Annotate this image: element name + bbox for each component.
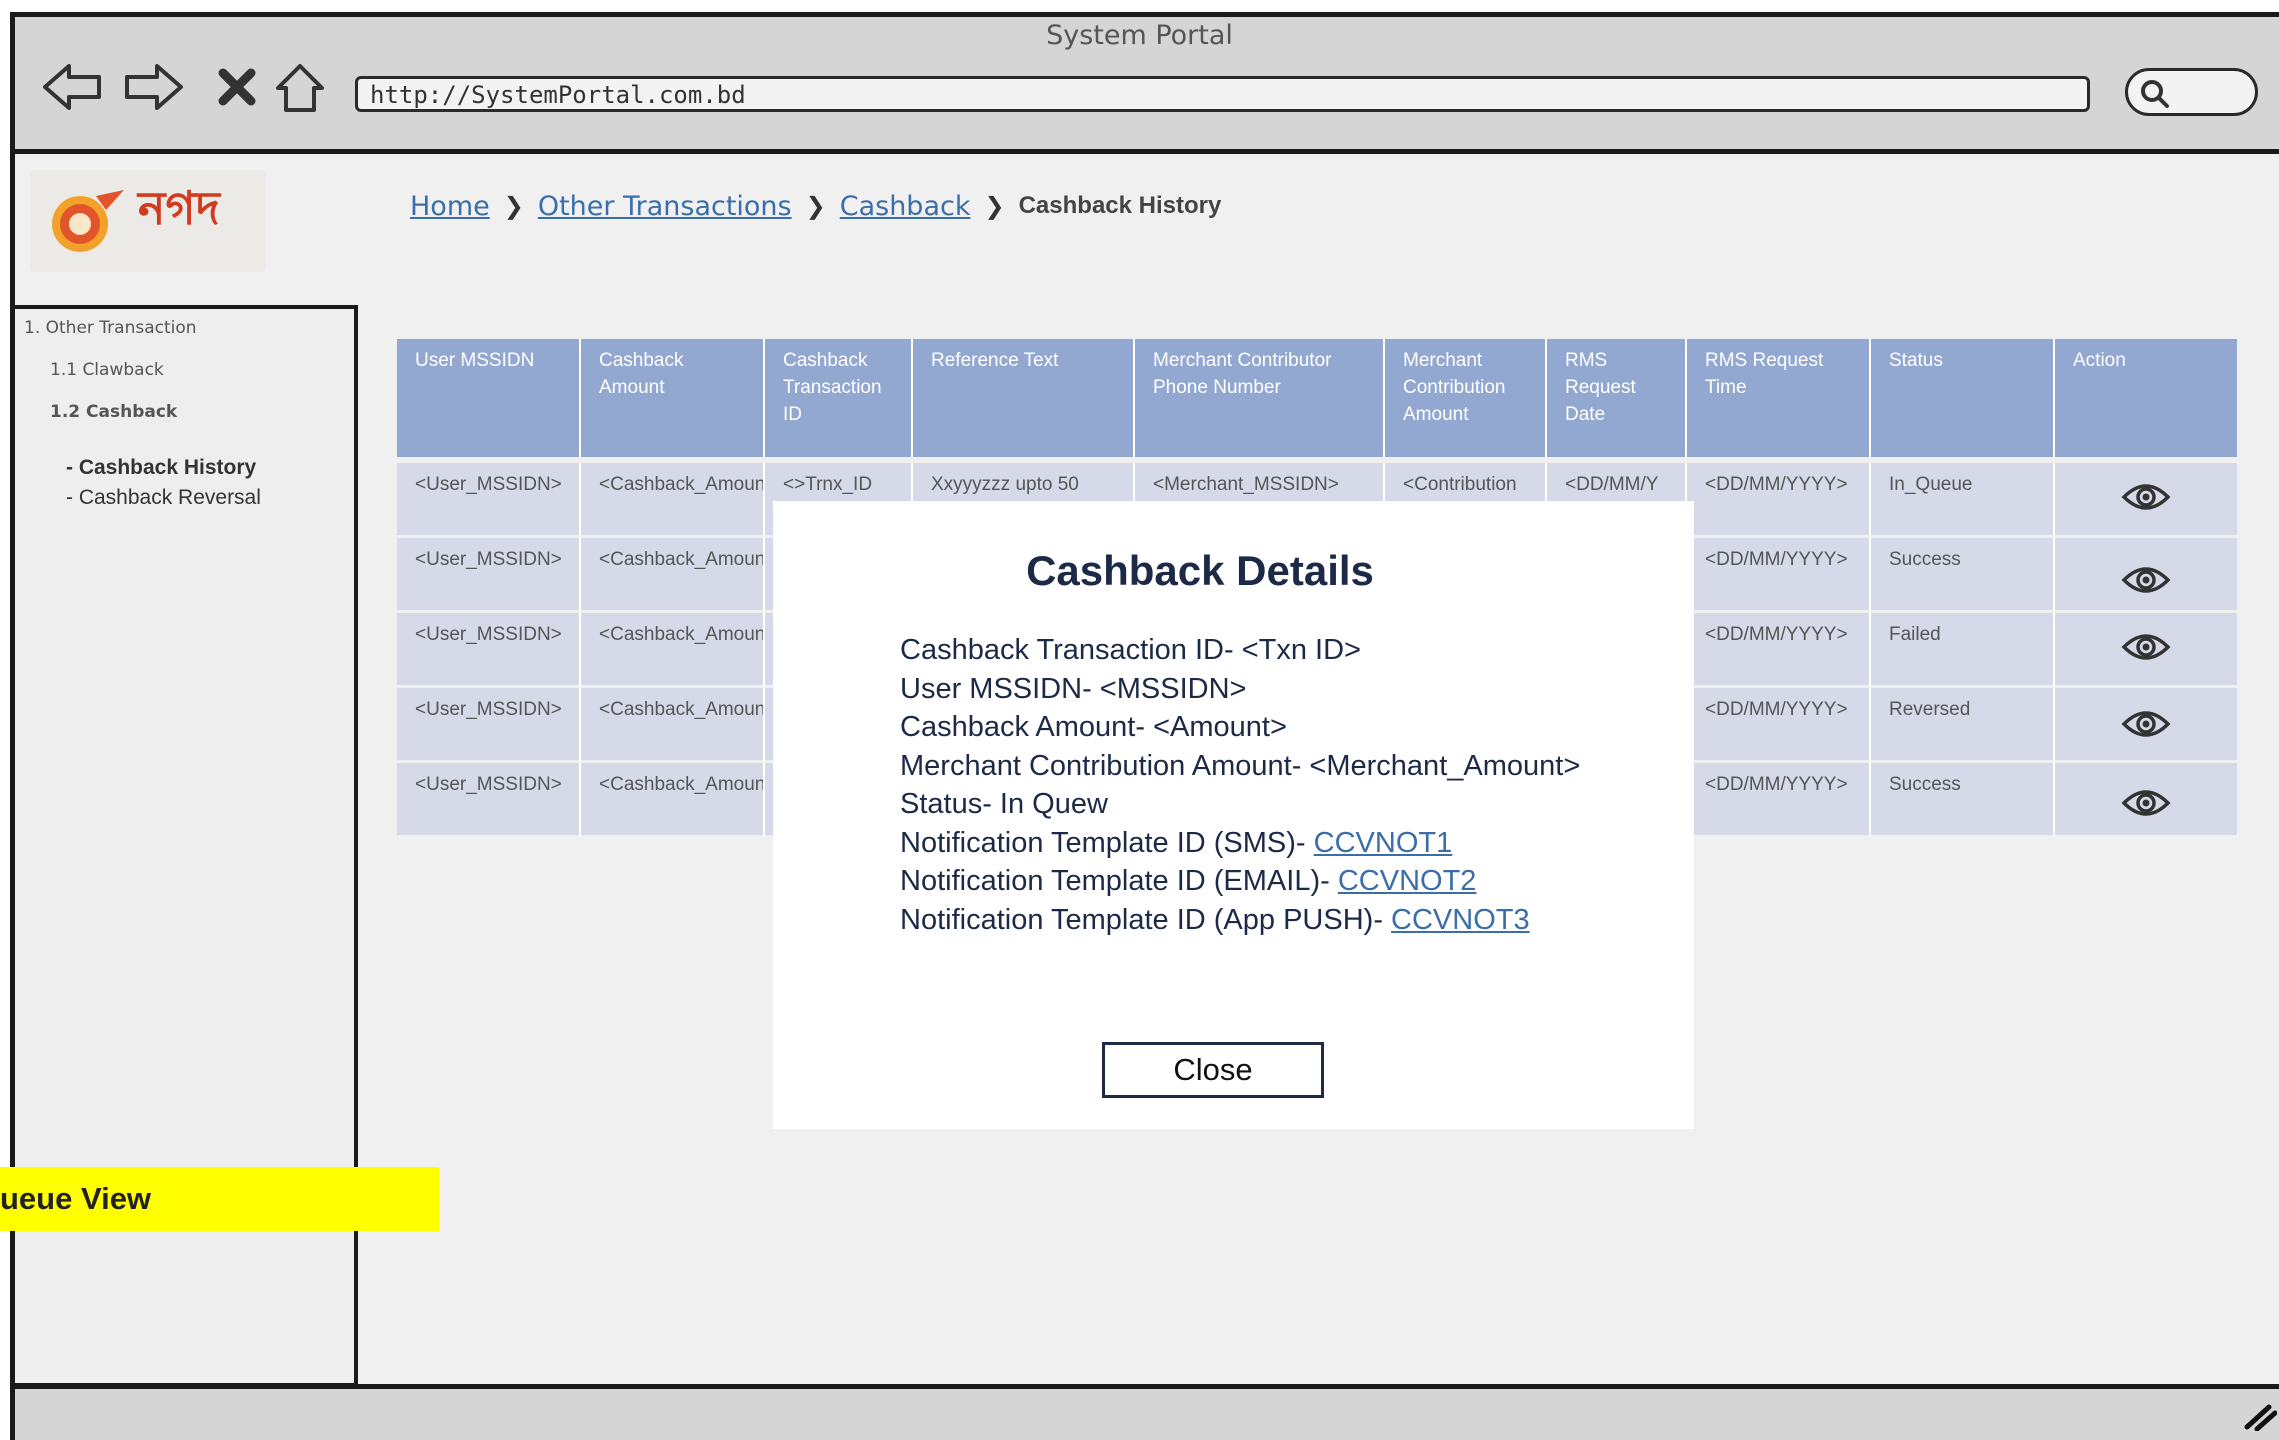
detail-push-template: Notification Template ID (App PUSH)- CCV… <box>900 901 1580 940</box>
email-template-link[interactable]: CCVNOT2 <box>1338 865 1477 897</box>
detail-sms-template: Notification Template ID (SMS)- CCVNOT1 <box>900 824 1580 863</box>
stop-icon[interactable] <box>205 55 269 119</box>
status-cell: Reversed <box>1871 688 2055 763</box>
detail-status: Status- In Quew <box>900 788 1108 820</box>
action-cell <box>2055 538 2237 613</box>
column-header: Cashback Transaction ID <box>765 339 913 457</box>
column-header: RMS Request Date <box>1547 339 1687 457</box>
browser-search-field[interactable] <box>2125 68 2258 116</box>
cashback-details-modal: Cashback Details Cashback Transaction ID… <box>773 501 1694 1129</box>
status-cell: Success <box>1871 763 2055 838</box>
url-input[interactable]: http://SystemPortal.com.bd <box>355 76 2090 112</box>
cashback-amount-cell: <Cashback_Amount> <box>581 613 765 688</box>
detail-email-label: Notification Template ID (EMAIL)- <box>900 865 1338 897</box>
window-title: System Portal <box>1046 20 1233 51</box>
column-header: Cashback Amount <box>581 339 765 457</box>
detail-user-mssidn: User MSSIDN- <MSSIDN> <box>900 672 1247 705</box>
rms-time-cell: <DD/MM/YYYY> <box>1687 763 1871 838</box>
detail-sms-label: Notification Template ID (SMS)- <box>900 826 1314 859</box>
detail-push-label: Notification Template ID (App PUSH)- <box>900 903 1392 936</box>
cashback-amount-cell: <Cashback_Amount> <box>581 463 765 538</box>
column-header: RMS Request Time <box>1687 339 1871 457</box>
breadcrumb-other-transactions[interactable]: Other Transactions <box>538 191 792 222</box>
sms-template-link[interactable]: CCVNOT1 <box>1314 827 1453 859</box>
breadcrumb-cashback[interactable]: Cashback <box>840 191 971 222</box>
detail-merchant-amount: Merchant Contribution Amount- <Merchant_… <box>900 749 1581 782</box>
annotation-text: ueue View <box>0 1181 152 1216</box>
action-cell <box>2055 463 2237 538</box>
modal-title: Cashback Details <box>1026 547 1374 594</box>
status-cell: Success <box>1871 538 2055 613</box>
column-header: Reference Text <box>913 339 1135 457</box>
eye-icon[interactable] <box>2121 564 2171 596</box>
status-cell: In_Queue <box>1871 463 2055 538</box>
chevron-right-icon: ❯ <box>805 192 826 220</box>
sidebar-subitem-cashback-history[interactable]: - Cashback History <box>66 456 256 480</box>
user-mssidn-cell: <User_MSSIDN> <box>397 763 581 838</box>
user-mssidn-cell: <User_MSSIDN> <box>397 613 581 688</box>
detail-email-template: Notification Template ID (EMAIL)- CCVNOT… <box>900 862 1580 901</box>
sidebar-section-other-transaction[interactable]: 1. Other Transaction <box>24 318 197 338</box>
logo-icon <box>52 190 124 252</box>
rms-time-cell: <DD/MM/YYYY> <box>1687 688 1871 763</box>
action-cell <box>2055 763 2237 838</box>
sidebar-item-clawback[interactable]: 1.1 Clawback <box>50 360 164 380</box>
chevron-right-icon: ❯ <box>503 192 524 220</box>
push-template-link[interactable]: CCVNOT3 <box>1391 904 1530 936</box>
rms-time-cell: <DD/MM/YYYY> <box>1687 538 1871 613</box>
detail-transaction-id: Cashback Transaction ID- <Txn ID> <box>900 634 1361 666</box>
url-text: http://SystemPortal.com.bd <box>370 81 746 109</box>
action-cell <box>2055 688 2237 763</box>
column-header: Action <box>2055 339 2237 457</box>
eye-icon[interactable] <box>2121 481 2171 513</box>
sidebar-subitem-cashback-reversal[interactable]: - Cashback Reversal <box>66 486 261 510</box>
sidebar-item-cashback[interactable]: 1.2 Cashback <box>50 402 177 422</box>
resize-handle-icon[interactable] <box>2241 1399 2277 1431</box>
annotation-label: ueue View <box>0 1167 439 1231</box>
user-mssidn-cell: <User_MSSIDN> <box>397 538 581 613</box>
action-cell <box>2055 613 2237 688</box>
eye-icon[interactable] <box>2121 708 2171 740</box>
breadcrumb-home[interactable]: Home <box>410 191 490 222</box>
cashback-amount-cell: <Cashback_Amount> <box>581 538 765 613</box>
cashback-amount-cell: <Cashback_Amount> <box>581 688 765 763</box>
status-cell: Failed <box>1871 613 2055 688</box>
column-header: Status <box>1871 339 2055 457</box>
logo-text: নগদ <box>138 181 220 235</box>
cashback-amount-cell: <Cashback_Amount> <box>581 763 765 838</box>
back-icon[interactable] <box>40 55 104 119</box>
logo: নগদ <box>30 170 266 272</box>
home-icon[interactable] <box>268 55 332 119</box>
eye-icon[interactable] <box>2121 787 2171 819</box>
user-mssidn-cell: <User_MSSIDN> <box>397 688 581 763</box>
breadcrumb-current: Cashback History <box>1018 192 1222 219</box>
rms-time-cell: <DD/MM/YYYY> <box>1687 613 1871 688</box>
column-header: User MSSIDN <box>397 339 581 457</box>
close-button[interactable]: Close <box>1102 1042 1324 1098</box>
eye-icon[interactable] <box>2121 631 2171 663</box>
chevron-right-icon: ❯ <box>984 192 1005 220</box>
search-icon <box>2141 80 2169 108</box>
column-header: Merchant Contributor Phone Number <box>1135 339 1385 457</box>
modal-details: Cashback Transaction ID- <Txn ID> User M… <box>900 631 1580 939</box>
user-mssidn-cell: <User_MSSIDN> <box>397 463 581 538</box>
forward-icon[interactable] <box>122 55 186 119</box>
table-header-row: User MSSIDN Cashback Amount Cashback Tra… <box>397 339 2237 457</box>
breadcrumb: Home ❯ Other Transactions ❯ Cashback ❯ C… <box>410 186 1221 226</box>
column-header: Merchant Contribution Amount <box>1385 339 1547 457</box>
browser-status-bar <box>10 1384 2279 1440</box>
rms-time-cell: <DD/MM/YYYY> <box>1687 463 1871 538</box>
detail-cashback-amount: Cashback Amount- <Amount> <box>900 711 1287 743</box>
